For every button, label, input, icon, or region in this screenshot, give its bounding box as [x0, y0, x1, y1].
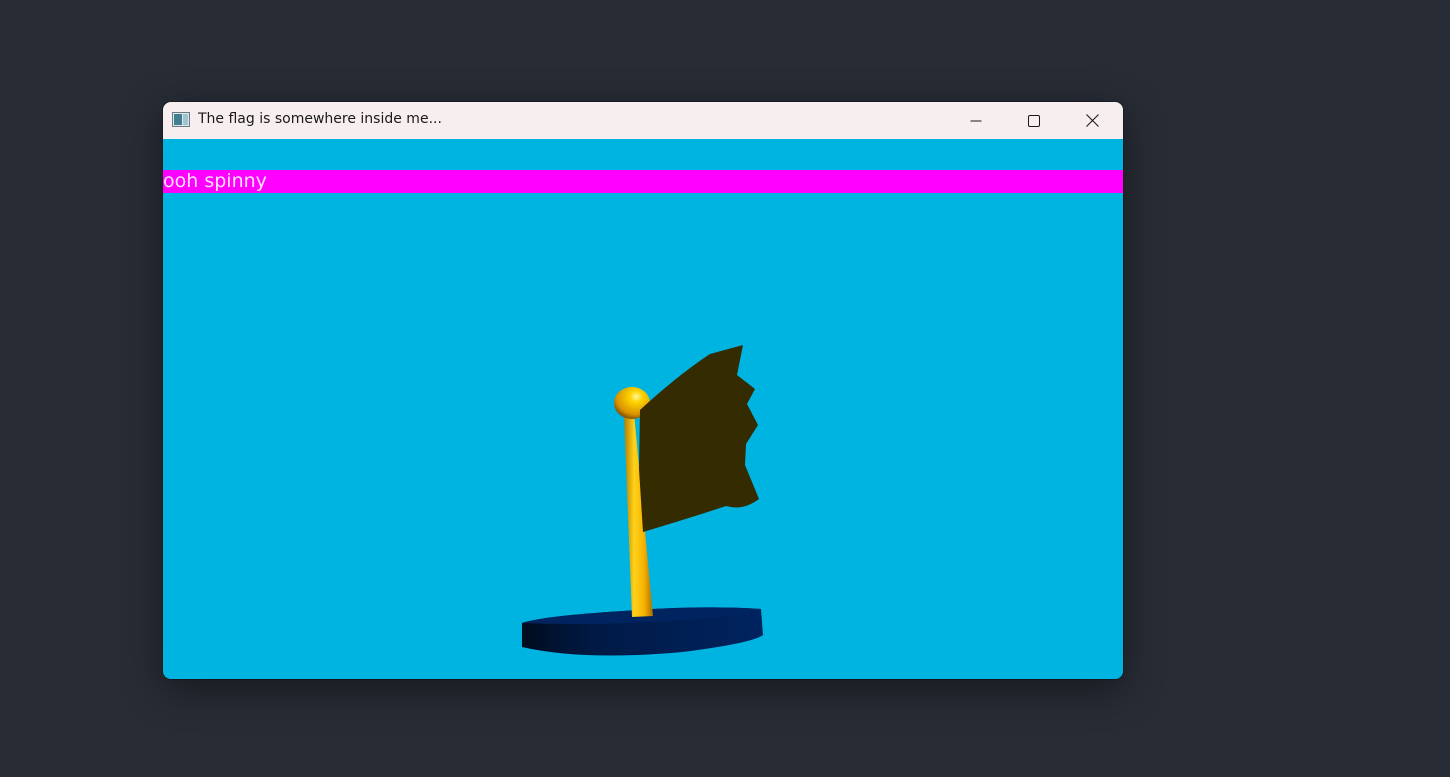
window-title: The flag is somewhere inside me... — [198, 111, 442, 127]
render-viewport[interactable]: ooh spinny — [163, 139, 1123, 679]
flag-cloth — [639, 345, 759, 532]
minimize-icon — [970, 120, 982, 121]
maximize-icon — [1028, 114, 1040, 127]
app-icon — [172, 112, 190, 127]
close-icon — [1085, 114, 1099, 127]
desktop: The flag is somewhere inside me... ooh s… — [0, 0, 1450, 777]
flag-scene — [522, 345, 763, 656]
app-window: The flag is somewhere inside me... ooh s… — [163, 102, 1123, 679]
minimize-button[interactable] — [947, 102, 1005, 139]
close-button[interactable] — [1063, 102, 1121, 139]
title-bar[interactable]: The flag is somewhere inside me... — [163, 102, 1123, 139]
maximize-button[interactable] — [1005, 102, 1063, 139]
